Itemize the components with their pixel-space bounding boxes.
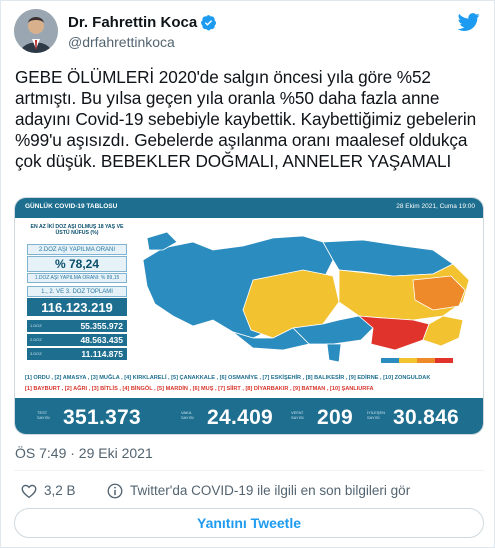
dose1-row: 1.DOZ 55.355.972 <box>27 320 127 332</box>
stat-recovered: İYİLEŞEN SAYISI 30.846 <box>367 406 459 430</box>
dose3-row: 3.DOZ 11.114.875 <box>27 348 127 360</box>
stat-deaths-value: 209 <box>317 406 353 429</box>
avatar[interactable] <box>14 9 58 53</box>
author-handle[interactable]: @drfahrettinkoca <box>68 34 175 50</box>
stat-recovered-label: İYİLEŞEN SAYISI <box>367 410 386 420</box>
tweet-card: Dr. Fahrettin Koca @drfahrettinkoca GEBE… <box>0 0 495 548</box>
dose3-value: 11.114.875 <box>81 349 123 359</box>
dose2-label: 2.DOZ <box>30 337 42 342</box>
dose1-rate-note: 1.DOZ AŞI YAPILMA ORANI: % 89,15 <box>27 273 127 283</box>
reply-tweet-button[interactable]: Yanıtını Tweetle <box>14 508 484 538</box>
stat-tests-value: 351.373 <box>63 406 142 429</box>
covid-info-link[interactable]: Twitter'da COVID-19 ile ilgili en son bi… <box>130 483 410 498</box>
tweet-timestamp[interactable]: ÖS 7:49 · 29 Eki 2021 <box>15 445 153 461</box>
map-scale-blue <box>381 358 399 363</box>
tweet-actions: 3,2 B Twitter'da COVID-19 ile ilgili en … <box>14 479 484 503</box>
stat-cases-label: VAKA SAYISI <box>181 410 194 420</box>
tweet-header: Dr. Fahrettin Koca @drfahrettinkoca <box>14 9 484 55</box>
map-region-hatay <box>326 343 342 363</box>
legend-top-provinces: [1] ORDU , [2] AMASYA , [3] MUĞLA , [4] … <box>25 375 431 381</box>
turkey-map-graphic <box>142 231 470 363</box>
stat-cases-value: 24.409 <box>207 406 274 429</box>
map-region-south-east-yellow <box>422 315 464 347</box>
stat-tests: TEST SAYISI 351.373 <box>37 406 141 430</box>
legend-bottom-provinces: [1] BAYBURT , [2] AĞRI , [3] BİTLİS , [4… <box>25 386 374 392</box>
dose1-label: 1.DOZ <box>30 323 42 328</box>
dose1-value: 55.355.972 <box>80 321 123 331</box>
map-region-south-east <box>357 315 430 351</box>
stat-tests-label: TEST SAYISI <box>37 410 50 420</box>
divider <box>14 470 484 471</box>
map-scale-red <box>435 358 453 363</box>
heart-icon[interactable] <box>20 482 38 500</box>
dose2-rate-value: % 78,24 <box>27 256 127 272</box>
like-count[interactable]: 3,2 B <box>44 483 76 498</box>
turkey-vaccination-map <box>133 220 479 370</box>
stat-deaths-label: VEFAT SAYISI <box>291 410 304 420</box>
info-icon[interactable] <box>106 482 124 500</box>
daily-stats-bar: TEST SAYISI 351.373 VAKA SAYISI 24.409 V… <box>15 398 483 434</box>
tweet-text: GEBE ÖLÜMLERİ 2020'de salgın öncesi yıla… <box>15 67 477 171</box>
author-name-line: Dr. Fahrettin Koca <box>68 14 217 31</box>
vaccination-panel: EN AZ İKİ DOZ AŞI OLMUŞ 18 YAŞ VE ÜSTÜ N… <box>19 220 132 370</box>
twitter-bird-icon[interactable] <box>458 11 480 33</box>
tweet-media-image[interactable]: GÜNLÜK COVID-19 TABLOSU 28 Ekim 2021, Cu… <box>14 197 484 435</box>
dose2-rate-label: 2.DOZ AŞI YAPILMA ORANI <box>27 244 127 255</box>
dose2-row: 2.DOZ 48.563.435 <box>27 334 127 346</box>
media-header-bar: GÜNLÜK COVID-19 TABLOSU 28 Ekim 2021, Cu… <box>15 198 483 218</box>
dose2-value: 48.563.435 <box>80 335 123 345</box>
vaccination-panel-header: EN AZ İKİ DOZ AŞI OLMUŞ 18 YAŞ VE ÜSTÜ N… <box>30 224 124 236</box>
author-display-name[interactable]: Dr. Fahrettin Koca <box>68 14 197 31</box>
media-date: 28 Ekim 2021, Cuma 19:00 <box>396 203 475 210</box>
stat-cases: VAKA SAYISI 24.409 <box>181 406 273 430</box>
media-title: GÜNLÜK COVID-19 TABLOSU <box>25 203 118 210</box>
map-scale-orange <box>417 358 435 363</box>
verified-badge-icon <box>201 15 217 31</box>
dose3-label: 3.DOZ <box>30 351 42 356</box>
dose-total-value: 116.123.219 <box>27 298 127 316</box>
stat-deaths: VEFAT SAYISI 209 <box>291 406 353 430</box>
map-scale-yellow <box>399 358 417 363</box>
stat-recovered-value: 30.846 <box>393 406 460 429</box>
dose-total-label: 1., 2. VE 3. DOZ TOPLAMI <box>27 286 127 297</box>
